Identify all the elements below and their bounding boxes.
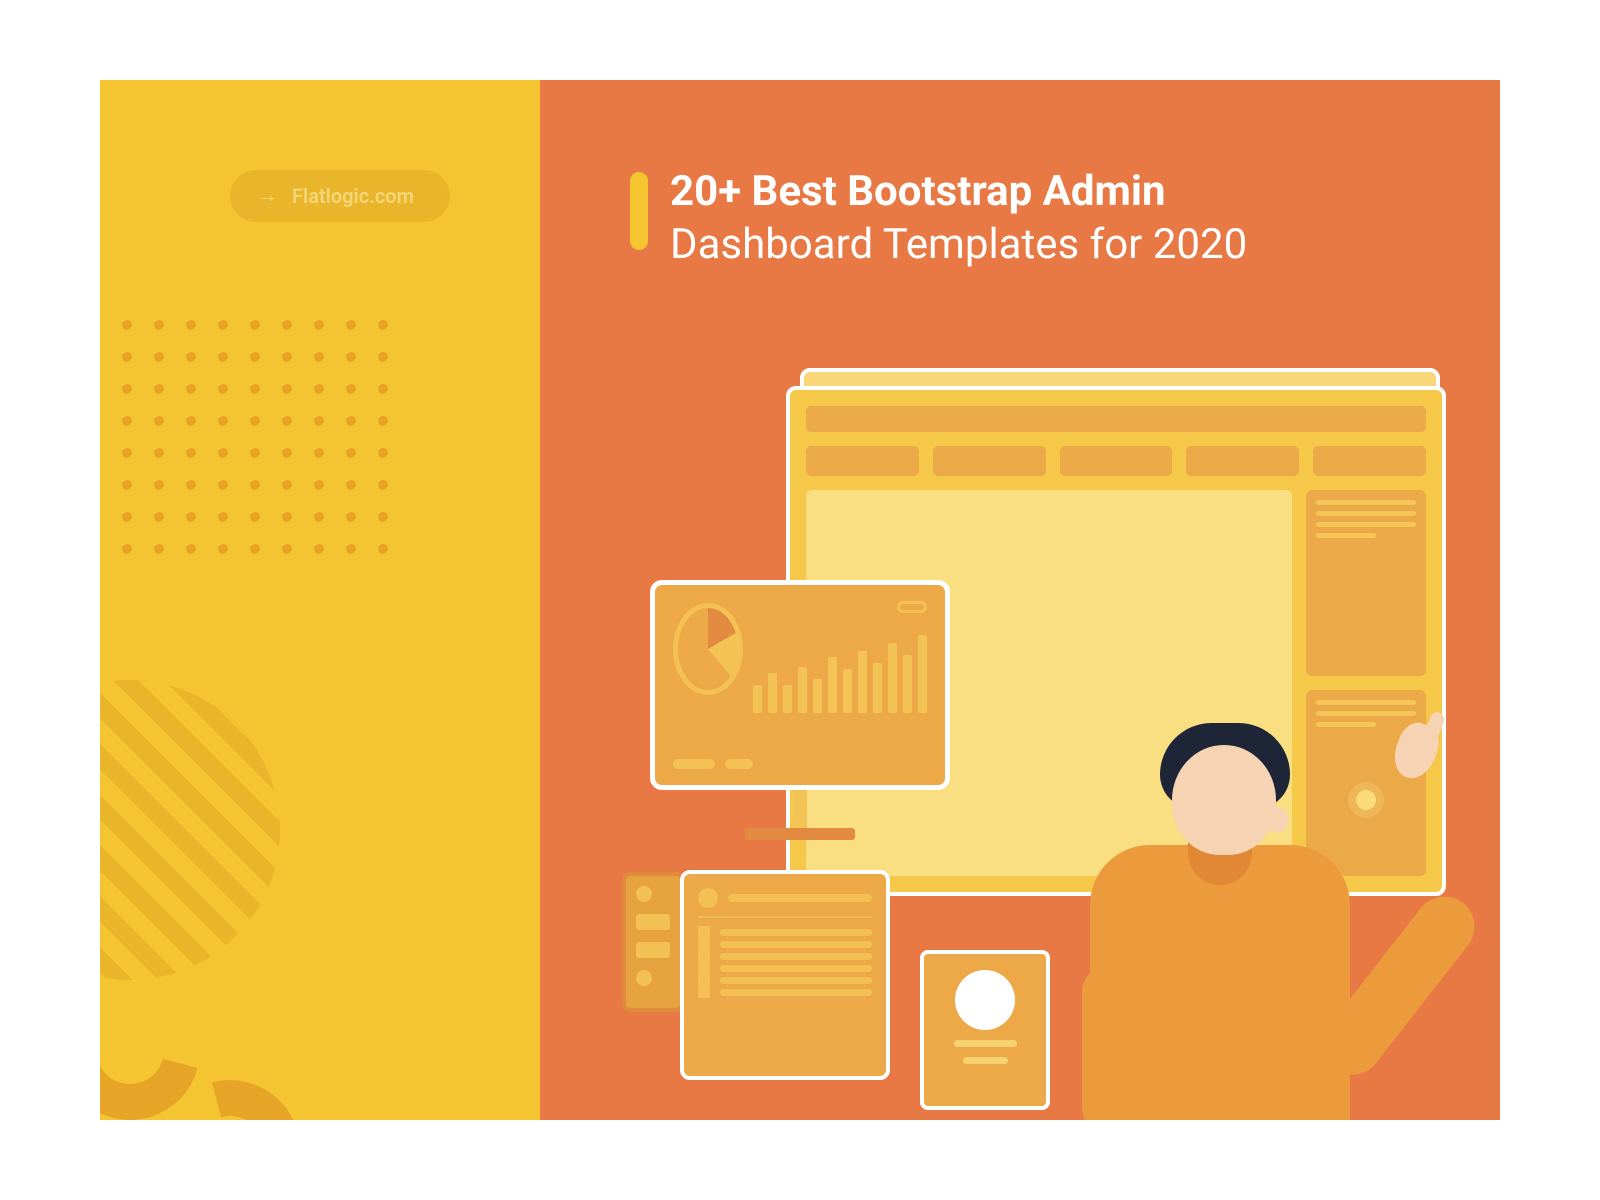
cta-button[interactable]: → Flatlogic.com <box>230 170 450 222</box>
list-item <box>698 986 872 998</box>
hero-banner: → Flatlogic.com 20+ Best Bootstrap Admin… <box>100 80 1500 1120</box>
person-head <box>1172 745 1276 855</box>
striped-circle-decor <box>100 680 280 980</box>
monitor-screen <box>650 580 950 790</box>
avatar-icon <box>955 970 1015 1030</box>
headline-accent-bar <box>630 172 648 250</box>
profile-line <box>963 1057 1008 1064</box>
headline-line1: 20+ Best Bootstrap Admin <box>670 167 1166 216</box>
dashboard-tabs <box>806 446 1426 476</box>
headline-line2: Dashboard Templates for 2020 <box>670 220 1247 269</box>
bar-chart-icon <box>753 603 927 713</box>
profile-line <box>954 1040 1017 1047</box>
profile-card <box>920 950 1050 1110</box>
pie-chart-icon <box>673 603 743 695</box>
right-panel: 20+ Best Bootstrap Admin Dashboard Templ… <box>540 80 1500 1120</box>
dashboard-titlebar <box>806 406 1426 432</box>
headline-text: 20+ Best Bootstrap Admin Dashboard Templ… <box>670 166 1247 271</box>
list-item <box>698 938 872 950</box>
person-illustration <box>1060 715 1420 1120</box>
left-panel: → Flatlogic.com <box>100 80 540 1120</box>
pill-placeholder <box>897 601 927 613</box>
list-card <box>680 870 890 1080</box>
list-card-title-placeholder <box>728 894 872 902</box>
list-card-header <box>698 888 872 918</box>
cta-label: Flatlogic.com <box>292 184 414 208</box>
person-ear <box>1266 807 1288 833</box>
list-item <box>698 926 872 938</box>
list-item <box>698 950 872 962</box>
monitor-neck <box>793 790 807 828</box>
headline: 20+ Best Bootstrap Admin Dashboard Templ… <box>630 166 1247 271</box>
side-card-text <box>1306 490 1426 676</box>
monitor-legend <box>673 759 753 769</box>
dot-grid-decor <box>100 320 388 554</box>
person-arm-left <box>1082 965 1137 1120</box>
monitor-base <box>745 828 855 840</box>
avatar-icon <box>698 888 718 908</box>
list-item <box>698 962 872 974</box>
controller-card <box>622 872 684 1012</box>
list-item <box>698 974 872 986</box>
monitor-illustration <box>650 580 950 840</box>
arrow-right-icon: → <box>256 185 278 207</box>
